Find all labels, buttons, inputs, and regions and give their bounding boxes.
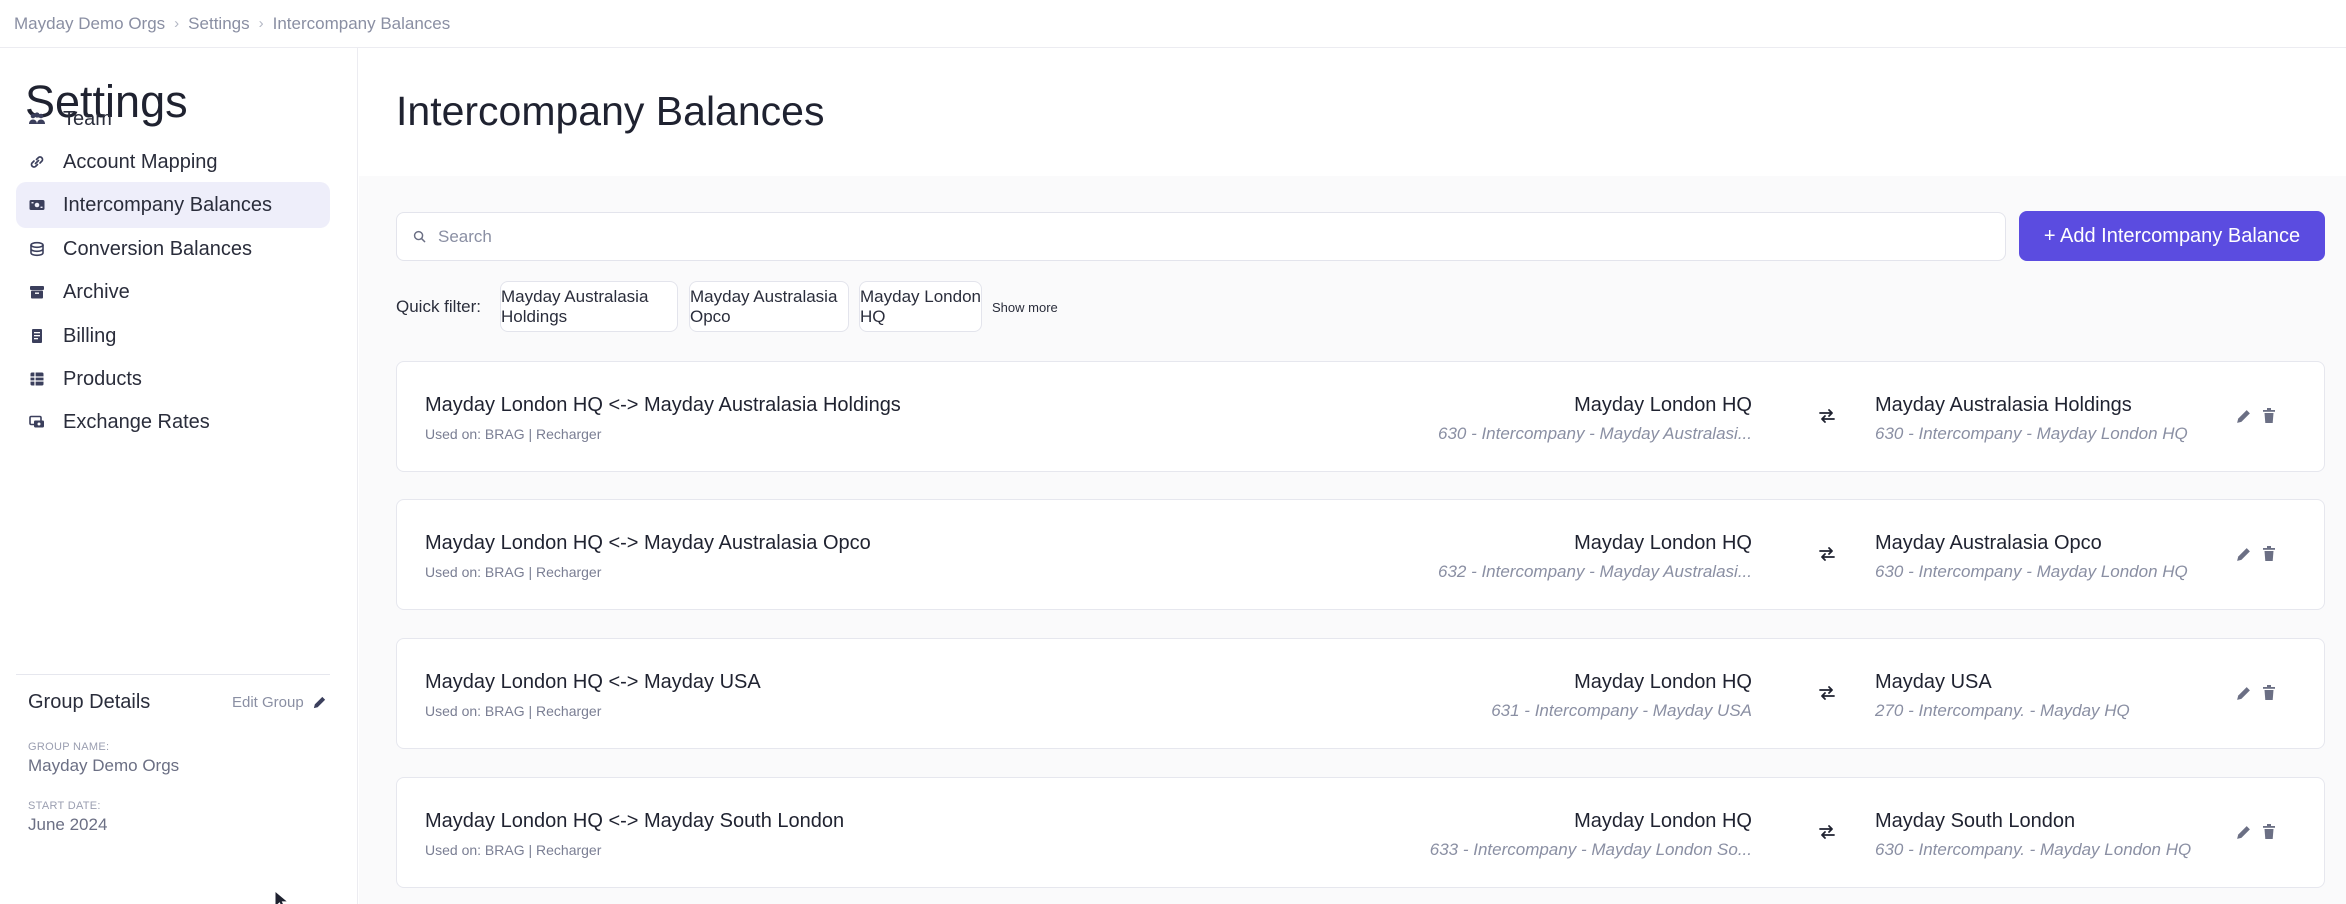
balance-card[interactable]: Mayday London HQ <-> Mayday South London… <box>396 777 2325 888</box>
balance-used-on: Used on: BRAG | Recharger <box>425 426 602 442</box>
right-entity: Mayday USA <box>1875 671 1992 693</box>
trash-icon[interactable] <box>2261 684 2277 702</box>
sidebar-item-label: Billing <box>63 324 117 347</box>
main-content: Intercompany Balances + Add Intercompany… <box>359 48 2346 904</box>
balance-title: Mayday London HQ <-> Mayday Australasia … <box>425 532 871 554</box>
page-header: Intercompany Balances <box>359 48 2346 176</box>
swap-icon <box>1819 547 1835 561</box>
sidebar-item-products[interactable]: Products <box>16 356 330 402</box>
sidebar-item-label: Account Mapping <box>63 150 218 173</box>
sidebar-item-label: Team <box>63 107 112 130</box>
search-icon <box>413 230 426 243</box>
right-entity: Mayday Australasia Opco <box>1875 532 2102 554</box>
right-account: 630 - Intercompany - Mayday London HQ <box>1875 562 2188 581</box>
mouse-cursor-icon <box>274 890 290 904</box>
breadcrumb-separator: › <box>174 15 180 32</box>
coins-icon <box>28 240 46 258</box>
swap-icon <box>1819 825 1835 839</box>
swap-icon <box>1819 409 1835 423</box>
group-divider <box>16 674 330 675</box>
quick-filter-label: Quick filter: <box>396 297 482 316</box>
sidebar-item-label: Archive <box>63 280 130 303</box>
money-icon <box>28 196 46 214</box>
trash-icon[interactable] <box>2261 545 2277 563</box>
right-entity: Mayday Australasia Holdings <box>1875 394 2132 416</box>
sidebar-item-label: Exchange Rates <box>63 410 210 433</box>
group-name-label: GROUP NAME: <box>28 741 110 753</box>
trash-icon[interactable] <box>2261 823 2277 841</box>
balance-used-on: Used on: BRAG | Recharger <box>425 564 602 580</box>
left-entity: Mayday London HQ <box>1574 810 1752 832</box>
edit-group-button[interactable]: Edit Group <box>232 694 327 711</box>
quick-filter-chip-australasia-opco[interactable]: Mayday Australasia Opco <box>689 281 849 332</box>
right-account: 630 - Intercompany - Mayday London HQ <box>1875 424 2188 443</box>
balance-used-on: Used on: BRAG | Recharger <box>425 842 602 858</box>
trash-icon[interactable] <box>2261 407 2277 425</box>
sidebar-item-label: Conversion Balances <box>63 237 252 260</box>
balance-title: Mayday London HQ <-> Mayday USA <box>425 671 761 693</box>
receipt-icon <box>28 327 46 345</box>
right-account: 630 - Intercompany. - Mayday London HQ <box>1875 840 2192 859</box>
breadcrumb-item-current: Intercompany Balances <box>272 13 451 33</box>
sidebar-item-label: Products <box>63 367 142 390</box>
archive-icon <box>28 283 46 301</box>
breadcrumb-separator: › <box>258 15 264 32</box>
add-intercompany-balance-button[interactable]: + Add Intercompany Balance <box>2019 211 2325 261</box>
breadcrumb-item-org[interactable]: Mayday Demo Orgs <box>14 14 165 34</box>
sidebar-item-account-mapping[interactable]: Account Mapping <box>16 139 330 185</box>
pencil-icon[interactable] <box>2235 685 2252 702</box>
balance-card[interactable]: Mayday London HQ <-> Mayday Australasia … <box>396 499 2325 610</box>
left-account: 632 - Intercompany - Mayday Australasi..… <box>1437 562 1752 581</box>
swap-icon <box>1819 686 1835 700</box>
sidebar-item-team[interactable]: Team <box>16 96 330 142</box>
balance-title: Mayday London HQ <-> Mayday South London <box>425 810 845 832</box>
left-account: 631 - Intercompany - Mayday USA <box>1491 701 1752 720</box>
breadcrumb: Mayday Demo Orgs › Settings › Intercompa… <box>0 0 2346 48</box>
balance-used-on: Used on: BRAG | Recharger <box>425 703 602 719</box>
pencil-icon[interactable] <box>2235 408 2252 425</box>
balance-card[interactable]: Mayday London HQ <-> Mayday USA Used on:… <box>396 638 2325 749</box>
left-account: 630 - Intercompany - Mayday Australasi..… <box>1437 424 1752 443</box>
pencil-icon <box>313 696 325 709</box>
link-icon <box>28 153 46 171</box>
left-entity: Mayday London HQ <box>1574 532 1752 554</box>
group-name-value: Mayday Demo Orgs <box>28 756 180 775</box>
start-date-label: START DATE: <box>28 800 101 812</box>
breadcrumb-item-settings[interactable]: Settings <box>188 14 249 34</box>
sidebar-item-intercompany-balances[interactable]: Intercompany Balances <box>16 182 330 228</box>
start-date-value: June 2024 <box>28 815 108 834</box>
users-icon <box>28 110 46 128</box>
quick-filter-chip-london-hq[interactable]: Mayday London HQ <box>859 281 982 332</box>
show-more-link[interactable]: Show more <box>992 300 1058 315</box>
sidebar-item-conversion-balances[interactable]: Conversion Balances <box>16 226 330 272</box>
pencil-icon[interactable] <box>2235 546 2252 563</box>
balance-card[interactable]: Mayday London HQ <-> Mayday Australasia … <box>396 361 2325 472</box>
quick-filter-chip-australasia-holdings[interactable]: Mayday Australasia Holdings <box>500 281 678 332</box>
search-field[interactable] <box>396 212 2006 261</box>
edit-group-label: Edit Group <box>232 694 304 711</box>
sidebar-item-billing[interactable]: Billing <box>16 313 330 359</box>
search-input[interactable] <box>438 226 1938 247</box>
left-entity: Mayday London HQ <box>1574 394 1752 416</box>
right-entity: Mayday South London <box>1875 810 2076 832</box>
exchange-icon <box>28 413 46 431</box>
group-details-title: Group Details <box>28 691 151 713</box>
sidebar-item-exchange-rates[interactable]: Exchange Rates <box>16 399 330 445</box>
pencil-icon[interactable] <box>2235 824 2252 841</box>
page-title: Intercompany Balances <box>396 88 825 134</box>
left-entity: Mayday London HQ <box>1574 671 1752 693</box>
sidebar-item-label: Intercompany Balances <box>63 193 273 216</box>
left-account: 633 - Intercompany - Mayday London So... <box>1429 840 1752 859</box>
grid-icon <box>28 370 46 388</box>
balance-title: Mayday London HQ <-> Mayday Australasia … <box>425 394 901 416</box>
right-account: 270 - Intercompany. - Mayday HQ <box>1875 701 2130 720</box>
sidebar-item-archive[interactable]: Archive <box>16 269 330 315</box>
